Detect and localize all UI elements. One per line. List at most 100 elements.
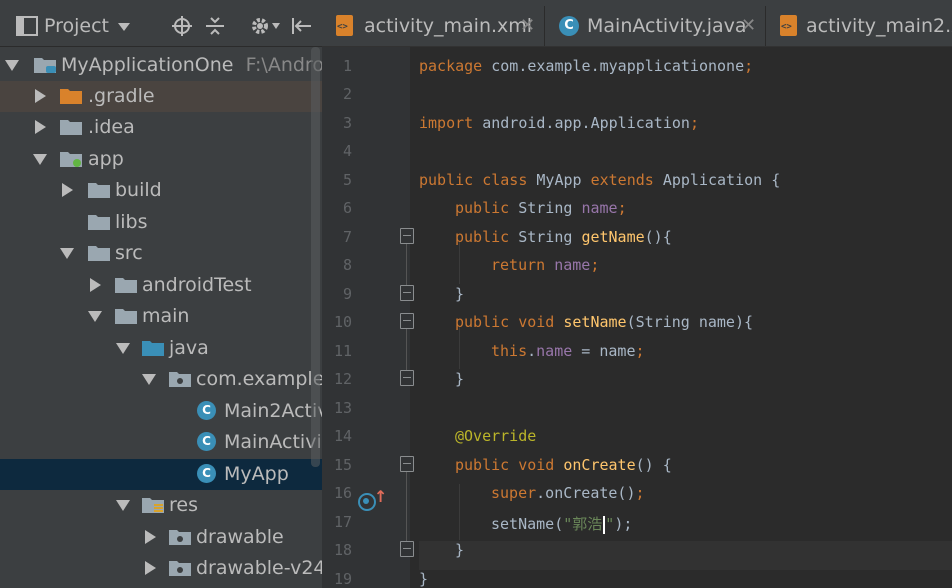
tree-item-res[interactable]: res — [0, 490, 322, 521]
fold-guide — [406, 327, 407, 375]
module-folder-icon — [60, 152, 82, 167]
tree-item-main[interactable]: main — [0, 301, 322, 332]
tab-label: MainActivity.java — [587, 15, 747, 37]
fold-end-icon[interactable] — [400, 370, 414, 386]
folder-orange-icon — [60, 89, 82, 104]
tree-item-gradle[interactable]: .gradle — [0, 81, 322, 112]
line-number: 15 — [333, 456, 352, 474]
hide-panel-icon[interactable] — [291, 16, 313, 36]
fold-end-icon[interactable] — [400, 541, 414, 557]
code-area[interactable]: package com.example.myapplicationone; im… — [419, 47, 952, 588]
line-number: 11 — [333, 342, 352, 360]
chevron-down-small-icon[interactable] — [272, 23, 280, 29]
tree-item-libs[interactable]: libs — [0, 207, 322, 238]
line-number: 2 — [342, 85, 352, 103]
code-line-10: public void setName(String name){ — [455, 313, 754, 331]
tree-item-label: .gradle — [88, 85, 155, 107]
tree-item-myapplicationone[interactable]: MyApplicationOne F:\Androi — [0, 50, 322, 81]
module-folder-icon — [34, 58, 56, 73]
editor-gutter: 1 2 3 4 5 6 7 8 9 10 11 12 13 14 15 16 1… — [322, 47, 414, 588]
tree-item-idea[interactable]: .idea — [0, 112, 322, 143]
fold-collapse-icon[interactable] — [400, 228, 414, 244]
tab-activity-main2-xml[interactable]: activity_main2.xm — [766, 6, 952, 46]
line-number: 16 — [333, 484, 352, 502]
package-icon — [169, 561, 191, 576]
line-number: 6 — [342, 199, 352, 217]
class-icon: C — [197, 432, 216, 451]
project-scrollbar[interactable] — [311, 47, 320, 467]
tree-item-label: MyApplicationOne — [61, 54, 234, 76]
gear-icon[interactable] — [250, 16, 270, 36]
tree-item-label: libs — [115, 211, 148, 233]
collapse-all-icon[interactable] — [205, 16, 225, 36]
close-icon[interactable]: ✕ — [520, 15, 535, 36]
line-number: 10 — [333, 313, 352, 331]
tree-item-label: drawable — [196, 526, 284, 548]
tree-item-drawable-v24[interactable]: drawable-v24 — [0, 553, 322, 584]
tree-item-app[interactable]: app — [0, 144, 322, 175]
close-icon[interactable]: ✕ — [741, 15, 756, 36]
tree-item-build[interactable]: build — [0, 175, 322, 206]
expand-arrow-icon[interactable] — [5, 60, 19, 71]
editor-tabs: activity_main.xml ✕ C MainActivity.java … — [322, 6, 952, 47]
fold-guide — [406, 242, 407, 290]
tree-item-mainactivity[interactable]: C MainActivit — [0, 427, 322, 458]
tab-mainactivity-java[interactable]: C MainActivity.java ✕ — [545, 6, 766, 46]
expand-arrow-icon[interactable] — [116, 343, 130, 354]
collapse-arrow-icon[interactable] — [90, 278, 101, 292]
source-folder-icon — [142, 341, 164, 356]
tree-item-label: src — [115, 242, 143, 264]
expand-arrow-icon[interactable] — [33, 154, 47, 165]
collapse-arrow-icon[interactable] — [62, 183, 73, 197]
xml-file-icon — [780, 15, 797, 36]
expand-arrow-icon[interactable] — [60, 248, 74, 259]
code-line-1: package com.example.myapplicationone; — [419, 57, 754, 75]
tab-label: activity_main.xml — [364, 15, 533, 37]
tree-item-label: res — [169, 494, 198, 516]
project-view-icon[interactable] — [16, 16, 38, 36]
tree-item-main2activity[interactable]: C Main2Activ — [0, 396, 322, 427]
expand-arrow-icon[interactable] — [116, 500, 130, 511]
override-arrow-icon[interactable]: ↑ — [374, 487, 387, 506]
folder-icon — [60, 120, 82, 135]
tree-item-label: main — [142, 305, 190, 327]
code-line-3: import android.app.Application; — [419, 114, 699, 132]
tree-item-drawable[interactable]: drawable — [0, 522, 322, 553]
code-line-11: this.name = name; — [491, 342, 645, 360]
tab-activity-main-xml[interactable]: activity_main.xml ✕ — [322, 6, 545, 46]
line-number: 8 — [342, 256, 352, 274]
tree-item-label: com.example.m — [196, 368, 322, 390]
fold-collapse-icon[interactable] — [400, 456, 414, 472]
project-toolbar: Project — [0, 6, 322, 47]
tree-item-src[interactable]: src — [0, 238, 322, 269]
locate-target-icon[interactable] — [172, 16, 192, 36]
indent-guide — [459, 327, 460, 369]
class-icon: C — [197, 464, 216, 483]
fold-end-icon[interactable] — [400, 285, 414, 301]
tree-item-androidtest[interactable]: androidTest — [0, 270, 322, 301]
tree-item-java[interactable]: java — [0, 333, 322, 364]
code-line-18: } — [455, 541, 465, 559]
line-number: 7 — [342, 228, 352, 246]
collapse-arrow-icon[interactable] — [145, 561, 156, 575]
tree-item-label: MyApp — [224, 463, 289, 485]
expand-arrow-icon[interactable] — [88, 311, 102, 322]
tree-item-label: androidTest — [142, 274, 252, 296]
line-number: 13 — [333, 399, 352, 417]
tab-label: activity_main2.xm — [806, 15, 952, 37]
collapse-arrow-icon[interactable] — [35, 89, 46, 103]
xml-file-icon — [336, 15, 353, 36]
project-view-title[interactable]: Project — [44, 15, 109, 37]
collapse-arrow-icon[interactable] — [35, 120, 46, 134]
tree-item-label: app — [88, 148, 124, 170]
collapse-arrow-icon[interactable] — [145, 530, 156, 544]
line-number: 4 — [342, 142, 352, 160]
fold-guide — [406, 470, 407, 546]
tree-item-package[interactable]: com.example.m — [0, 364, 322, 395]
chevron-down-icon[interactable] — [118, 23, 130, 31]
line-number: 18 — [333, 541, 352, 559]
tree-item-myapp[interactable]: C MyApp — [0, 459, 322, 490]
expand-arrow-icon[interactable] — [142, 374, 156, 385]
indent-guide — [459, 242, 460, 284]
fold-collapse-icon[interactable] — [400, 313, 414, 329]
